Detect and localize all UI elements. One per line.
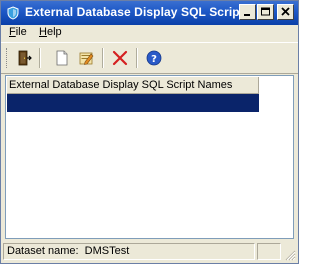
delete-button[interactable]	[109, 47, 131, 69]
exit-button[interactable]	[13, 47, 35, 69]
menu-file[interactable]: File	[9, 26, 27, 38]
maximize-icon	[261, 7, 270, 16]
help-circle-icon: ?	[146, 50, 162, 66]
toolbar-separator	[39, 48, 41, 68]
window-title: External Database Display SQL Scripts	[25, 5, 251, 19]
delete-x-icon	[112, 50, 128, 66]
status-panel-empty	[257, 243, 281, 260]
toolbar-grip[interactable]	[6, 48, 10, 68]
menu-help[interactable]: Help	[39, 26, 62, 38]
maximize-button[interactable]	[257, 4, 274, 20]
column-header-script-names[interactable]: External Database Display SQL Script Nam…	[7, 77, 259, 94]
toolbar-divider	[1, 73, 298, 74]
toolbar-separator	[102, 48, 104, 68]
shield-app-icon	[7, 6, 19, 20]
status-dataset: Dataset name: DMSTest	[3, 243, 255, 260]
menu-bar: File Help	[1, 25, 298, 42]
toolbar-separator	[136, 48, 138, 68]
dataset-value: DMSTest	[84, 245, 130, 257]
toolbar: ?	[1, 43, 298, 73]
scripts-list[interactable]: External Database Display SQL Script Nam…	[5, 75, 294, 239]
resize-grip-icon[interactable]	[284, 249, 296, 261]
edit-button[interactable]	[75, 47, 97, 69]
new-document-icon	[56, 50, 68, 66]
close-icon	[281, 7, 290, 16]
help-button[interactable]: ?	[143, 47, 165, 69]
main-window: External Database Display SQL Scripts Fi…	[0, 0, 299, 264]
minimize-icon	[244, 14, 250, 16]
dataset-label: Dataset name:	[7, 245, 79, 257]
exit-door-icon	[18, 50, 32, 66]
minimize-button[interactable]	[239, 4, 256, 20]
selected-row[interactable]	[7, 94, 259, 112]
new-button[interactable]	[51, 47, 73, 69]
title-bar[interactable]: External Database Display SQL Scripts	[1, 1, 298, 25]
status-bar: Dataset name: DMSTest	[1, 241, 298, 263]
close-button[interactable]	[277, 4, 294, 20]
edit-document-icon	[79, 52, 94, 65]
svg-text:?: ?	[151, 54, 157, 65]
